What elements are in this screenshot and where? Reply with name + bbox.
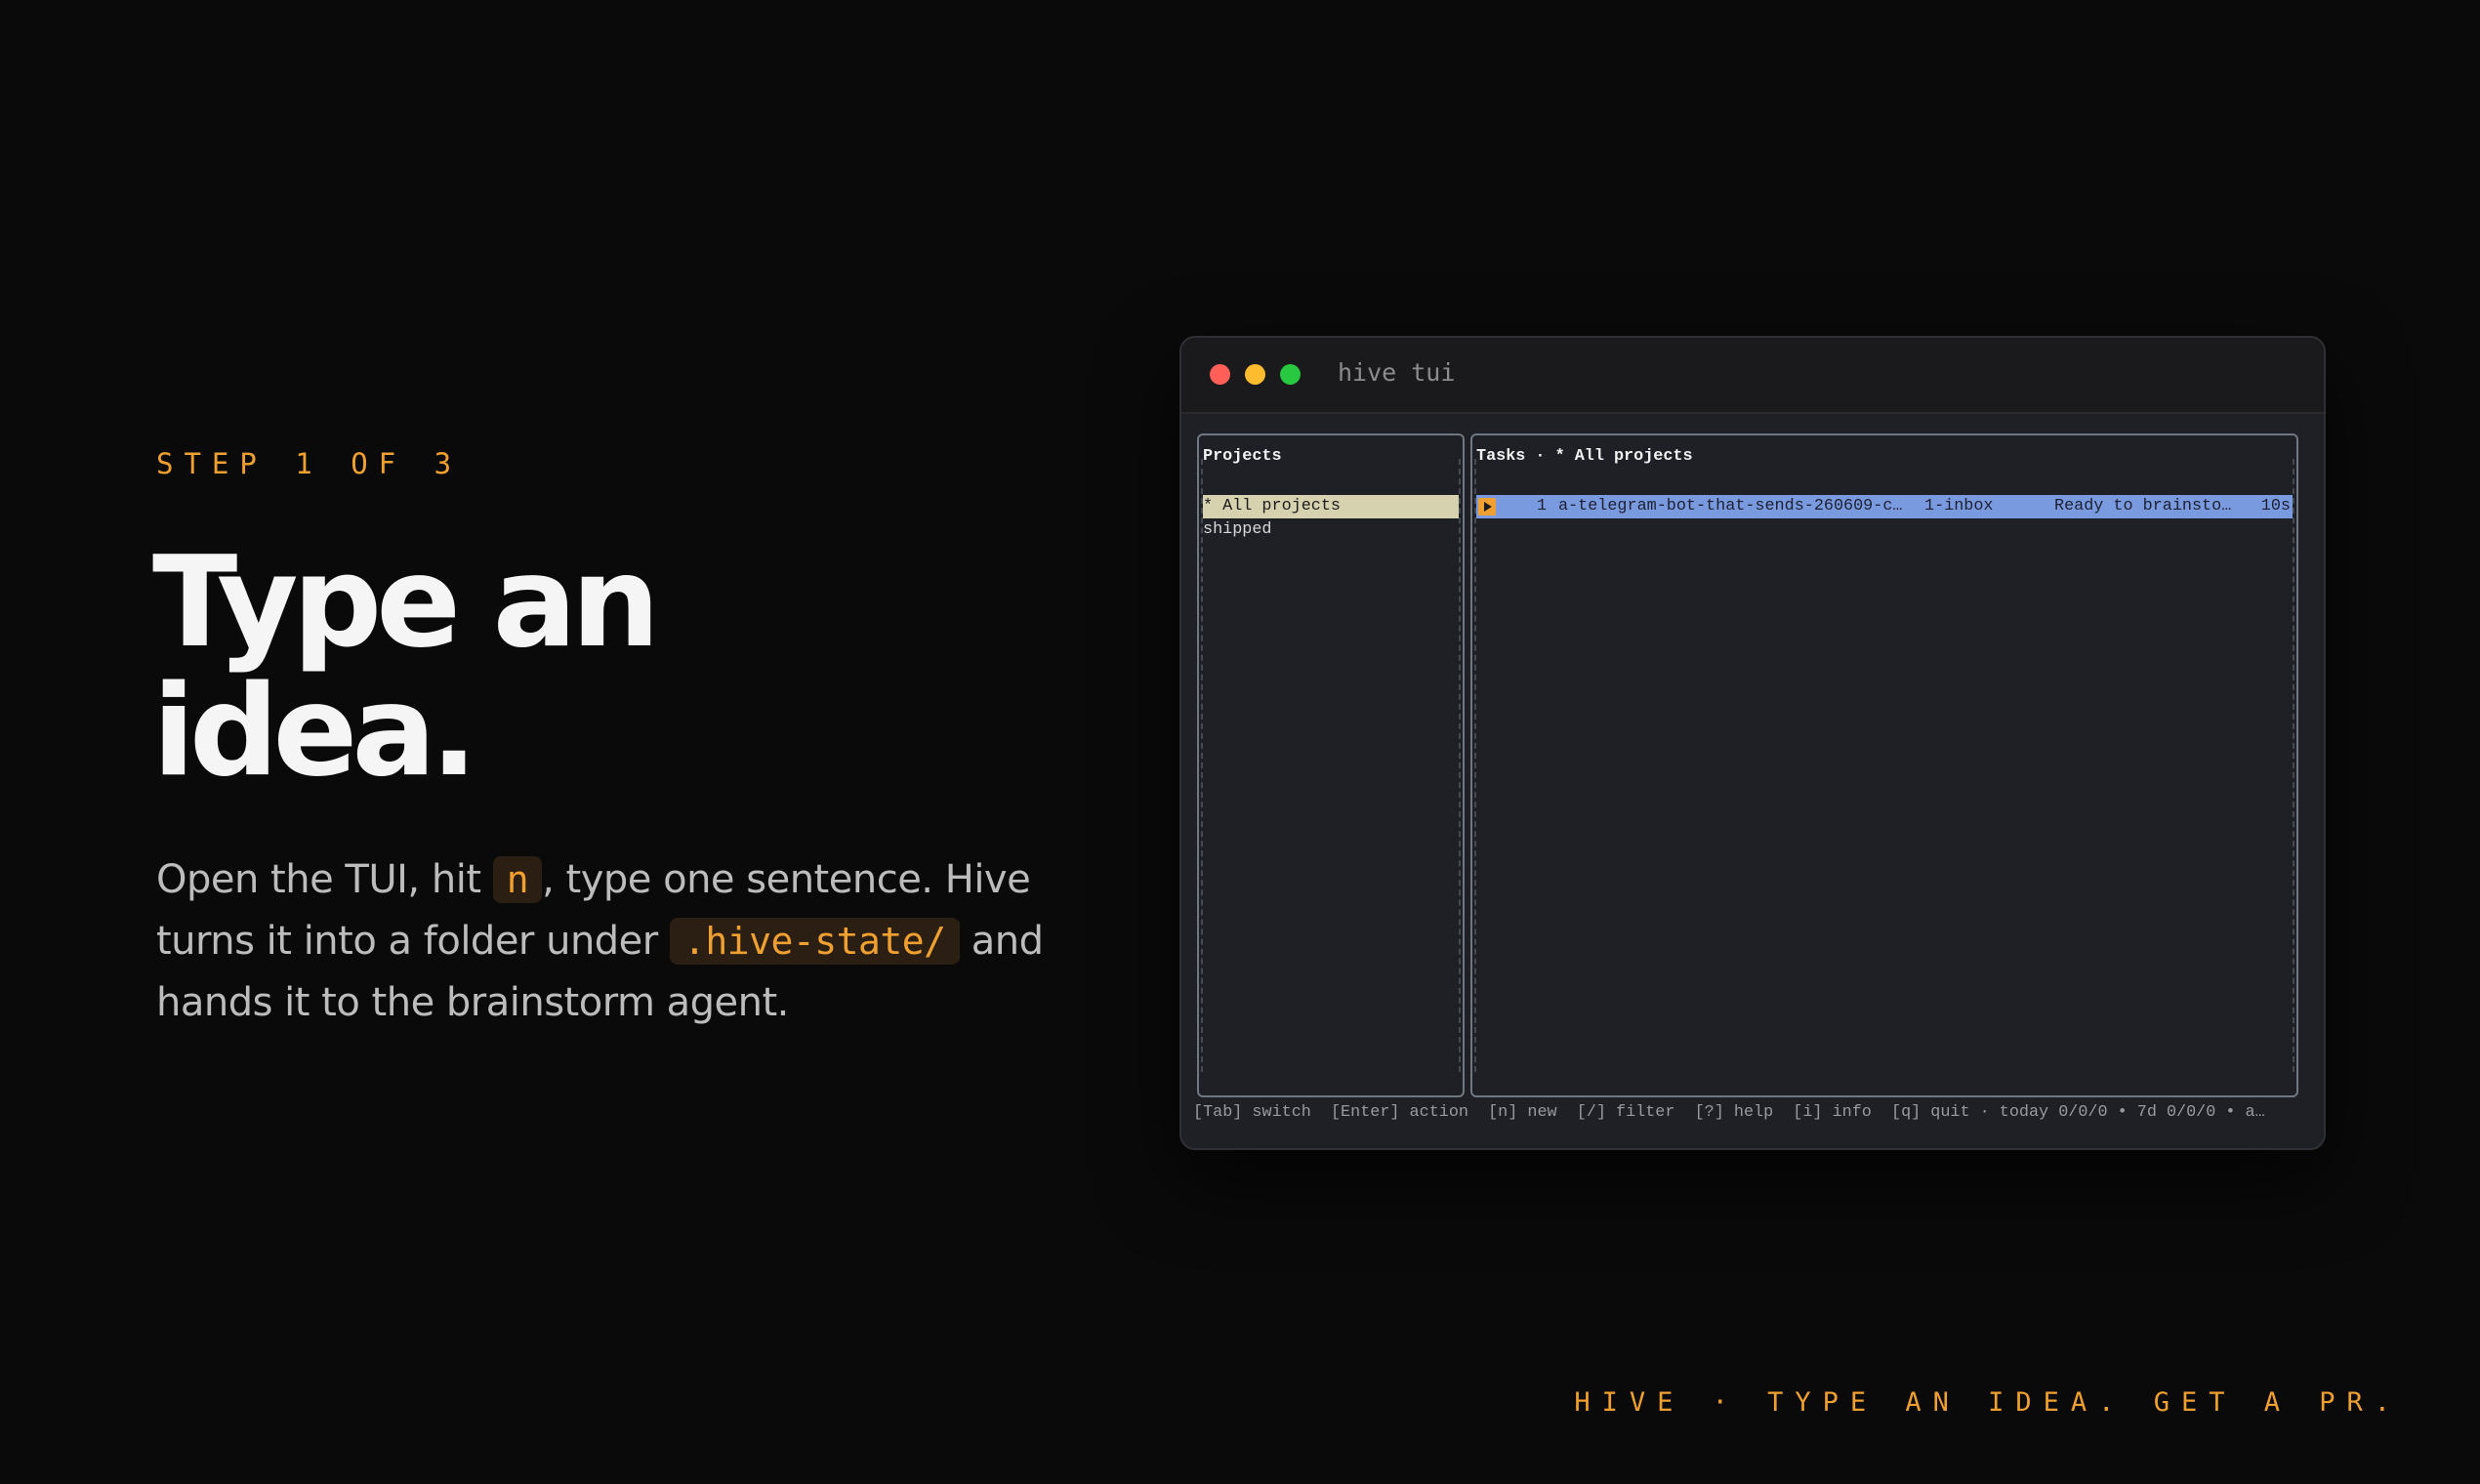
close-dot-icon[interactable] xyxy=(1210,364,1230,385)
play-icon xyxy=(1478,498,1496,515)
projects-pane-title: Projects xyxy=(1203,447,1282,466)
task-row[interactable]: 1 a-telegram-bot-that-sends-260609-c… 1-… xyxy=(1476,495,2293,518)
window-title: hive tui xyxy=(1338,358,1456,387)
task-status: Ready to brainsto… xyxy=(2054,497,2232,515)
window-titlebar: hive tui xyxy=(1181,338,2324,414)
lead-paragraph: Open the TUI, hit n, type one sentence. … xyxy=(156,849,1074,1034)
task-name: a-telegram-bot-that-sends-260609-c… xyxy=(1558,497,1903,515)
projects-pane[interactable]: Projects * All projects shipped xyxy=(1197,433,1465,1097)
page-headline: Type an idea. xyxy=(152,530,660,804)
tasks-pane-title: Tasks · * All projects xyxy=(1476,447,1693,466)
task-age: 10s xyxy=(2260,497,2291,515)
project-item-all-projects[interactable]: * All projects xyxy=(1203,495,1459,518)
task-number: 1 xyxy=(1537,497,1548,515)
headline-line-2: idea. xyxy=(152,659,477,804)
step-indicator: STEP 1 OF 3 xyxy=(156,447,463,480)
hive-state-path-code: .hive-state/ xyxy=(669,918,960,965)
projects-list: * All projects shipped xyxy=(1203,495,1459,542)
tasks-pane[interactable]: Tasks · * All projects 1 a-telegram-bot-… xyxy=(1470,433,2298,1097)
footer-tagline: HIVE · TYPE AN IDEA. GET A PR. xyxy=(1574,1387,2402,1418)
lead-text-1: Open the TUI, hit xyxy=(156,857,493,902)
task-stage: 1-inbox xyxy=(1924,497,1994,515)
key-n-code: n xyxy=(492,856,543,903)
minimize-dot-icon[interactable] xyxy=(1245,364,1265,385)
terminal-window: hive tui Projects * All projects shipped… xyxy=(1179,336,2326,1150)
project-item-shipped[interactable]: shipped xyxy=(1203,518,1459,542)
maximize-dot-icon[interactable] xyxy=(1280,364,1301,385)
keybinding-statusbar: [Tab] switch [Enter] action [n] new [/] … xyxy=(1193,1103,2265,1122)
headline-line-1: Type an xyxy=(152,530,660,676)
